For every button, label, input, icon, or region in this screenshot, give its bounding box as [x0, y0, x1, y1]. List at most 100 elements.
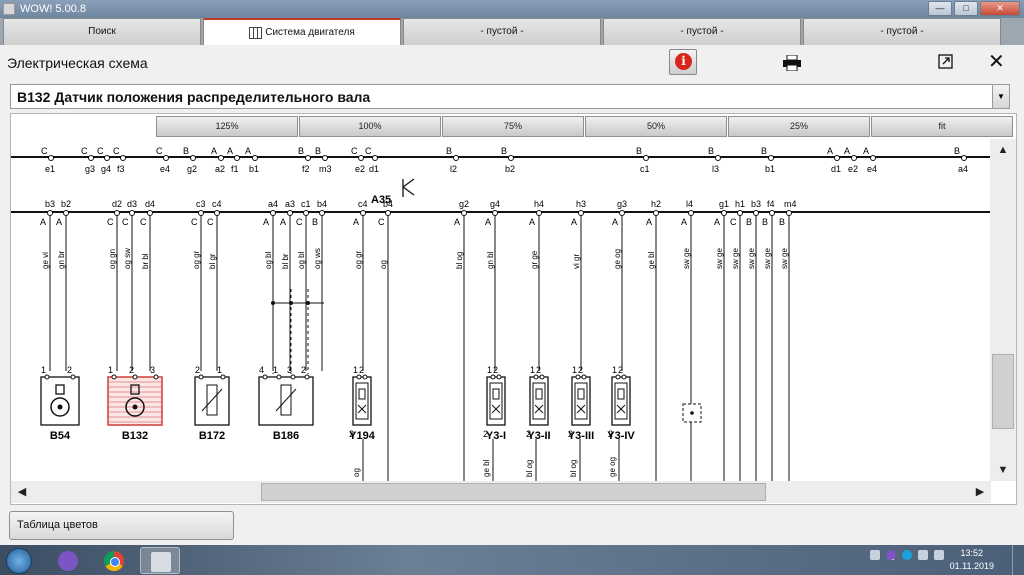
- component-y194[interactable]: 1 22Y194: [349, 365, 376, 442]
- scroll-left-icon[interactable]: ◀: [11, 481, 33, 503]
- wiring-diagram[interactable]: Ce1Cg3Cg4Cf3Ce4Bg2Aa2Af1Ab1Bf2Bm3Ce2Cd1B…: [11, 139, 991, 481]
- scroll-thumb[interactable]: [992, 354, 1014, 429]
- pin-marker: [356, 374, 362, 380]
- scroll-up-icon[interactable]: ▲: [990, 139, 1016, 161]
- maximize-button[interactable]: □: [954, 1, 978, 16]
- bus-pin-name: e2: [355, 164, 365, 174]
- zoom-fit-button[interactable]: fit: [871, 116, 1013, 137]
- bus-pin-name: b1: [249, 164, 259, 174]
- bus-pin-name: e4: [160, 164, 170, 174]
- bus-pin-marker: [385, 210, 391, 216]
- tab-engine-system[interactable]: Система двигателя: [203, 18, 401, 45]
- zoom-bar: 125% 100% 75% 50% 25% fit: [156, 116, 1013, 137]
- info-button[interactable]: i: [669, 49, 697, 75]
- bus-pin-letter: C: [296, 217, 303, 227]
- pin-marker: [44, 374, 50, 380]
- bus-pin-marker: [104, 155, 110, 161]
- minimize-button[interactable]: —: [928, 1, 952, 16]
- component-y3-i[interactable]: 1 22Y3-I: [483, 365, 506, 442]
- zoom-25-button[interactable]: 25%: [728, 116, 870, 137]
- schematic-canvas[interactable]: Ce1 Cg3 Cg4 Cf3 Ce4 Bg2 Aa2 Af1 Ab1 Bf2 Bm3 Ce2 Cd1 B…: [11, 139, 991, 481]
- tab-empty-1[interactable]: - пустой -: [403, 18, 601, 45]
- chrome-taskbar-icon[interactable]: [94, 547, 134, 574]
- zoom-125-button[interactable]: 125%: [156, 116, 298, 137]
- bus-pin-marker: [47, 210, 53, 216]
- volume-icon[interactable]: [934, 550, 944, 560]
- component-y3-ii[interactable]: 1 22Y3-II: [526, 365, 551, 442]
- component-b54[interactable]: 1 2 B54: [40, 365, 80, 442]
- connector-dot: [690, 411, 694, 415]
- wow-taskbar-icon[interactable]: [140, 547, 180, 574]
- bus-pin-letter: A: [571, 217, 577, 227]
- bus-pin-name: a2: [215, 164, 225, 174]
- bus-pin-marker: [305, 155, 311, 161]
- viber-taskbar-icon[interactable]: [48, 547, 88, 574]
- bus-pin-name: g4: [101, 164, 111, 174]
- bus-pin-letter: A: [353, 217, 359, 227]
- component-b186[interactable]: 4 1 3 2B186: [258, 365, 314, 442]
- show-desktop-button[interactable]: [1012, 545, 1024, 575]
- wire-color-label: bl og: [525, 460, 534, 477]
- network-icon[interactable]: [870, 550, 880, 560]
- bus-pin-marker: [536, 210, 542, 216]
- pin-number: 1: [273, 365, 278, 375]
- scroll-down-icon[interactable]: ▼: [990, 459, 1016, 481]
- window-titlebar: WOW! 5.00.8 — □ ✕: [0, 0, 1024, 18]
- pin-marker: [615, 374, 621, 380]
- bus-pin-name: h4: [534, 199, 544, 209]
- component-label: Y3-IV: [607, 430, 635, 442]
- bus-pin-name: b2: [61, 199, 71, 209]
- close-window-button[interactable]: ✕: [980, 1, 1020, 16]
- component-y3-iv[interactable]: 1 22Y3-IV: [607, 365, 635, 442]
- bus-pin-marker: [508, 155, 514, 161]
- bus-pin-name: f3: [117, 164, 125, 174]
- horizontal-scrollbar[interactable]: ◀ ▶: [11, 481, 991, 503]
- component-b132[interactable]: 1 2 3 B132: [107, 365, 163, 442]
- pin-marker: [496, 374, 502, 380]
- wire-color-label: br bl: [141, 253, 150, 269]
- vertical-scrollbar[interactable]: ▲ ▼: [990, 139, 1016, 481]
- sensor-hub-icon: [132, 404, 138, 410]
- wire-color-label: sw ge: [731, 248, 740, 269]
- bus-pin-marker: [88, 155, 94, 161]
- bus-pin-letter: C: [207, 217, 214, 227]
- bus-pin-letter: A: [485, 217, 491, 227]
- tab-empty-2[interactable]: - пустой -: [603, 18, 801, 45]
- bus-pin-marker: [643, 155, 649, 161]
- component-y3-iii[interactable]: 1 22Y3-III: [568, 365, 594, 442]
- zoom-50-button[interactable]: 50%: [585, 116, 727, 137]
- wire-color-label: bl og: [569, 460, 578, 477]
- bus-pin-letter: C: [351, 146, 358, 156]
- component-b172[interactable]: 2 1 B172: [194, 365, 230, 442]
- system-clock[interactable]: 13:52 01.11.2019: [950, 547, 994, 573]
- start-button[interactable]: [6, 548, 32, 574]
- scroll-thumb[interactable]: [261, 483, 766, 501]
- expand-icon[interactable]: [938, 54, 953, 69]
- viber-icon: [58, 551, 78, 571]
- wire-color-label: sw ge: [747, 248, 756, 269]
- bus-pin-name: h2: [651, 199, 661, 209]
- solenoid-icon: [574, 382, 588, 420]
- bus-pin-name: b2: [505, 164, 515, 174]
- bus-pin-letter: C: [113, 146, 120, 156]
- color-table-button[interactable]: Таблица цветов: [9, 511, 234, 540]
- skype-tray-icon[interactable]: [902, 550, 912, 560]
- scroll-right-icon[interactable]: ▶: [969, 481, 991, 503]
- pin-number: 2: [618, 365, 623, 375]
- tab-empty-3[interactable]: - пустой -: [803, 18, 1001, 45]
- zoom-100-button[interactable]: 100%: [299, 116, 441, 137]
- tab-search[interactable]: Поиск: [3, 18, 201, 45]
- close-icon[interactable]: ✕: [988, 52, 1005, 72]
- pin-number: 1: [353, 365, 358, 375]
- wire-color-label: bl gr: [208, 253, 217, 269]
- signal-icon[interactable]: [918, 550, 928, 560]
- chevron-down-icon[interactable]: ▼: [992, 85, 1009, 108]
- component-select-value: B132 Датчик положения распределительного…: [17, 89, 371, 105]
- viber-tray-icon[interactable]: [886, 550, 896, 560]
- bus-pin-letter: A: [56, 217, 62, 227]
- print-icon[interactable]: [783, 55, 801, 71]
- component-select[interactable]: B132 Датчик положения распределительного…: [10, 84, 1010, 109]
- zoom-75-button[interactable]: 75%: [442, 116, 584, 137]
- wire-color-label: sw ge: [763, 248, 772, 269]
- bus-pin-letter: A: [40, 217, 46, 227]
